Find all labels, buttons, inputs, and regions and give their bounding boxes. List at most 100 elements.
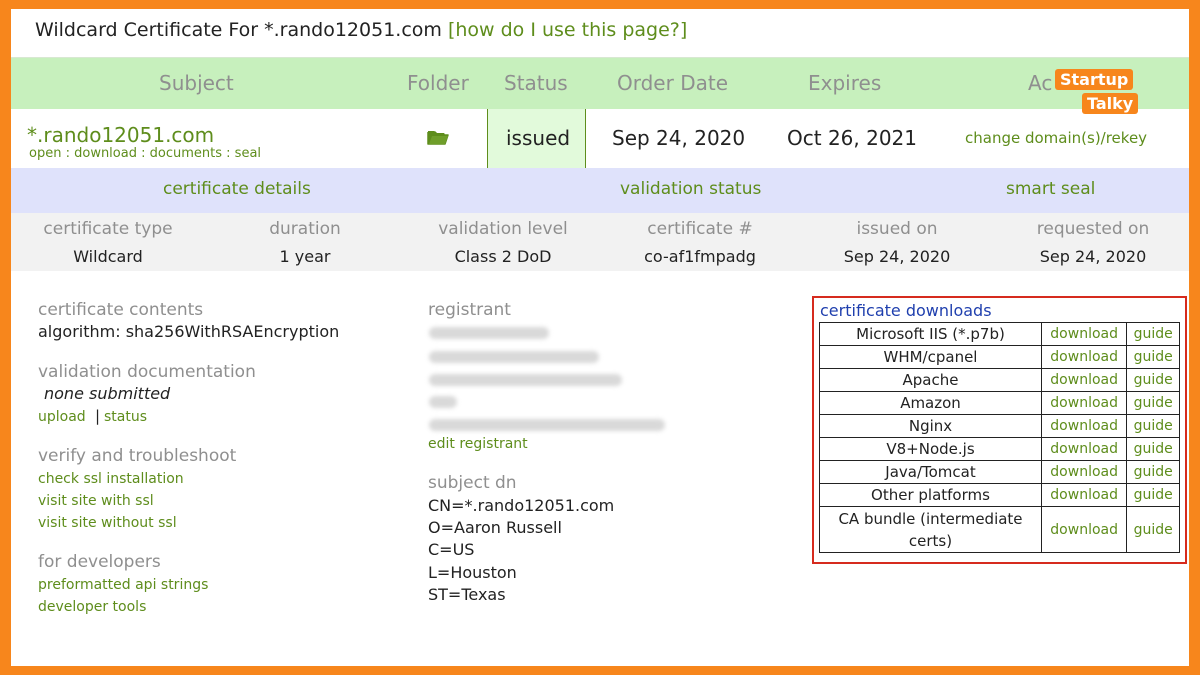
status-cell: issued [487,109,586,168]
download-link[interactable]: download [74,146,137,161]
guide-link[interactable]: guide [1126,506,1180,553]
table-header: Subject Folder Status Order Date Expires… [11,57,1189,109]
page-title-text: Wildcard Certificate For *.rando12051.co… [35,19,442,41]
open-link[interactable]: open [29,146,61,161]
platform-name: Microsoft IIS (*.p7b) [819,322,1042,346]
redacted-city [429,374,622,386]
guide-link[interactable]: guide [1126,483,1180,507]
tab-validation-status[interactable]: validation status [620,179,761,199]
subject-dn-line: CN=*.rando12051.com [428,496,615,515]
download-link[interactable]: download [1040,391,1128,415]
detail-value: co-af1fmpadg [644,247,756,266]
check-ssl-link[interactable]: check ssl installation [38,471,184,487]
rekey-link[interactable]: change domain(s)/rekey [965,129,1147,147]
redacted-address [429,351,599,363]
detail-label: certificate # [647,219,753,239]
guide-link[interactable]: guide [1126,391,1180,415]
platform-name: Nginx [819,414,1042,438]
dev-heading: for developers [38,552,161,572]
platform-name: Other platforms [819,483,1042,507]
expires-value: Oct 26, 2021 [787,126,917,150]
header-folder: Folder [407,71,469,95]
redacted-name [429,327,549,339]
watermark-line1: Startup [1055,69,1134,90]
domain-link[interactable]: *.rando12051.com [27,123,214,147]
redacted-email [429,419,665,431]
header-subject: Subject [159,71,234,95]
detail-value: Sep 24, 2020 [1039,247,1147,266]
guide-link[interactable]: guide [1126,368,1180,392]
header-expires: Expires [808,71,882,95]
download-row: Nginx download guide [819,414,1180,438]
certificate-downloads-panel: certificate downloads Microsoft IIS (*.p… [812,296,1187,564]
detail-label: validation level [438,219,568,239]
header-actions: Ac [1028,71,1053,95]
subject-dn-line: L=Houston [428,563,517,582]
guide-link[interactable]: guide [1126,322,1180,346]
platform-name: V8+Node.js [819,437,1042,461]
detail-value: Class 2 DoD [454,247,552,266]
subject-dn-heading: subject dn [428,473,517,493]
subject-dn-line: O=Aaron Russell [428,518,562,537]
download-row: Other platforms download guide [819,483,1180,507]
detail-value: 1 year [279,247,331,266]
visit-no-ssl-link[interactable]: visit site without ssl [38,515,177,531]
registrant-heading: registrant [428,300,511,320]
guide-link[interactable]: guide [1126,437,1180,461]
platform-name: WHM/cpanel [819,345,1042,369]
edit-registrant-link[interactable]: edit registrant [428,436,528,452]
subject-dn-line: C=US [428,540,475,559]
detail-label: issued on [856,219,938,239]
detail-label: certificate type [43,219,173,239]
download-link[interactable]: download [1040,414,1128,438]
download-row: Java/Tomcat download guide [819,460,1180,484]
section-bar: certificate details validation status sm… [11,168,1189,213]
download-row: Apache download guide [819,368,1180,392]
certificate-details: certificate type Wildcard duration 1 yea… [11,213,1189,271]
page-title: Wildcard Certificate For *.rando12051.co… [11,9,1189,57]
guide-link[interactable]: guide [1126,345,1180,369]
download-link[interactable]: download [1040,506,1128,553]
tab-smart-seal[interactable]: smart seal [1006,179,1095,199]
detail-value: Wildcard [73,247,143,266]
download-link[interactable]: download [1040,437,1128,461]
detail-value: Sep 24, 2020 [843,247,951,266]
help-link[interactable]: [how do I use this page?] [448,19,687,41]
download-row: V8+Node.js download guide [819,437,1180,461]
verify-heading: verify and troubleshoot [38,446,237,466]
validation-value: none submitted [44,384,171,403]
developer-tools-link[interactable]: developer tools [38,599,146,615]
seal-link[interactable]: seal [235,146,261,161]
table-row: *.rando12051.com open : download : docum… [11,109,1189,168]
guide-link[interactable]: guide [1126,414,1180,438]
upload-link[interactable]: upload [38,409,86,425]
documents-link[interactable]: documents [150,146,222,161]
status-link[interactable]: status [104,409,147,425]
download-link[interactable]: download [1040,368,1128,392]
platform-name: Java/Tomcat [819,460,1042,484]
watermark-logo: Startup Talky [1055,69,1181,129]
download-link[interactable]: download [1040,322,1128,346]
download-link[interactable]: download [1040,483,1128,507]
redacted-country [429,396,457,408]
visit-ssl-link[interactable]: visit site with ssl [38,493,154,509]
download-row: Microsoft IIS (*.p7b) download guide [819,322,1180,346]
watermark-line2: Talky [1082,93,1139,114]
platform-name: Apache [819,368,1042,392]
downloads-title: certificate downloads [820,301,992,320]
header-status: Status [504,71,568,95]
download-row: Amazon download guide [819,391,1180,415]
status-badge: issued [506,126,571,150]
download-row: CA bundle (intermediate certs) download … [819,506,1180,553]
order-date-value: Sep 24, 2020 [612,126,746,150]
guide-link[interactable]: guide [1126,460,1180,484]
algorithm-text: algorithm: sha256WithRSAEncryption [38,322,340,341]
download-link[interactable]: download [1040,460,1128,484]
tab-certificate-details[interactable]: certificate details [163,179,311,199]
subject-dn-line: ST=Texas [428,585,506,604]
detail-label: duration [269,219,341,239]
api-strings-link[interactable]: preformatted api strings [38,577,208,593]
folder-icon[interactable] [427,129,449,146]
platform-name: Amazon [819,391,1042,415]
download-link[interactable]: download [1040,345,1128,369]
